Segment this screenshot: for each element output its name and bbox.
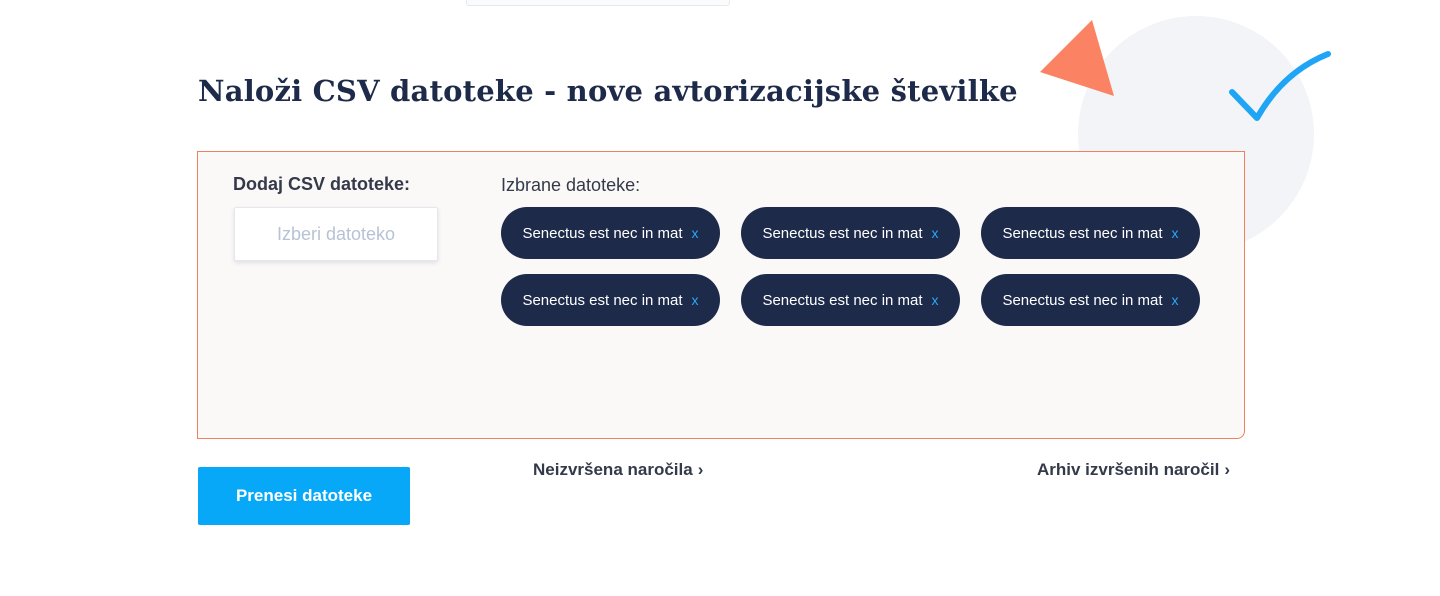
file-chip: Senectus est nec in mat x <box>741 207 960 259</box>
chevron-right-icon: › <box>697 460 704 479</box>
close-icon[interactable]: x <box>692 292 699 308</box>
upload-files-button[interactable]: Prenesi datoteke <box>198 467 410 525</box>
add-csv-label: Dodaj CSV datoteke: <box>233 174 411 194</box>
selected-files-list: Senectus est nec in mat x Senectus est n… <box>501 207 1221 326</box>
file-chip: Senectus est nec in mat x <box>501 274 720 326</box>
choose-file-button[interactable]: Izberi datoteko <box>234 207 438 261</box>
top-tab-stub <box>466 0 730 6</box>
chevron-right-icon: › <box>1224 460 1231 479</box>
archive-orders-link[interactable]: Arhiv izvršenih naročil › <box>1037 460 1230 480</box>
close-icon[interactable]: x <box>1172 292 1179 308</box>
upload-panel: Dodaj CSV datoteke: Izberi datoteko Izbr… <box>197 151 1245 439</box>
file-chip: Senectus est nec in mat x <box>741 274 960 326</box>
triangle-icon <box>1040 20 1114 96</box>
file-chip-name: Senectus est nec in mat <box>1002 224 1163 242</box>
file-chip-name: Senectus est nec in mat <box>1002 291 1163 309</box>
pending-orders-link[interactable]: Neizvršena naročila › <box>533 460 703 480</box>
file-chip-name: Senectus est nec in mat <box>522 224 683 242</box>
close-icon[interactable]: x <box>1172 225 1179 241</box>
file-chip-name: Senectus est nec in mat <box>522 291 683 309</box>
file-chip: Senectus est nec in mat x <box>981 274 1200 326</box>
checkmark-icon <box>1229 51 1331 121</box>
file-chip: Senectus est nec in mat x <box>501 207 720 259</box>
file-chip-name: Senectus est nec in mat <box>762 224 923 242</box>
archive-orders-label: Arhiv izvršenih naročil <box>1037 460 1220 479</box>
file-chip: Senectus est nec in mat x <box>981 207 1200 259</box>
close-icon[interactable]: x <box>932 292 939 308</box>
file-chip-name: Senectus est nec in mat <box>762 291 923 309</box>
pending-orders-label: Neizvršena naročila <box>533 460 693 479</box>
selected-files-label: Izbrane datoteke: <box>501 175 641 195</box>
page-title: Naloži CSV datoteke - nove avtorizacijsk… <box>198 74 1018 108</box>
close-icon[interactable]: x <box>932 225 939 241</box>
close-icon[interactable]: x <box>692 225 699 241</box>
